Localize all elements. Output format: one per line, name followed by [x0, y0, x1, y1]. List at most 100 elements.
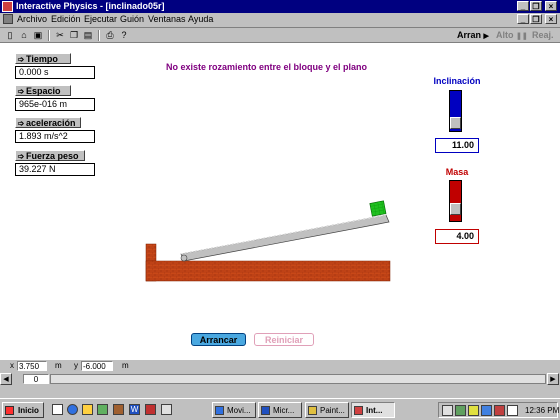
frame-counter[interactable]: 0 [23, 374, 49, 384]
x-unit: m [55, 361, 62, 370]
new-file-icon[interactable]: ▯ [4, 29, 16, 41]
paint-icon [308, 406, 317, 415]
close-icon[interactable]: × [545, 1, 557, 11]
meter-value: 965e-016 m [15, 98, 95, 111]
coordinate-bar: x 3.750 m y -6.000 m [0, 360, 560, 372]
task-interactive-physics[interactable]: Int... [351, 402, 395, 418]
run-label: Arran [457, 30, 482, 40]
pivot-joint [180, 254, 188, 262]
media-player-icon [215, 406, 224, 415]
scroll-left-icon[interactable]: ◀ [0, 373, 12, 385]
reset-button[interactable]: Reiniciar [254, 333, 314, 346]
menu-edicion[interactable]: Edición [51, 14, 81, 24]
print-icon[interactable]: ⎙ [104, 29, 116, 41]
inclined-plane[interactable] [180, 214, 390, 262]
app-icon-3[interactable] [161, 404, 172, 415]
system-tray: 12:36 PM [438, 402, 559, 418]
window-title: Interactive Physics - [inclinado05r] [16, 1, 165, 11]
start-menu-button[interactable]: Inicio [2, 402, 44, 418]
cut-icon[interactable]: ✂ [54, 29, 66, 41]
meter-value: 39.227 N [15, 163, 95, 176]
menu-guion[interactable]: Guión [120, 14, 144, 24]
app-icon[interactable] [2, 1, 13, 12]
copy-icon[interactable]: ❐ [68, 29, 80, 41]
minimize-icon[interactable]: _ [517, 1, 529, 11]
mass-value-field[interactable]: 4.00 [435, 229, 479, 244]
task-movi[interactable]: Movi... [212, 402, 256, 418]
stop-button[interactable]: Alto ❚❚ [496, 30, 528, 40]
meter-label: Fuerza peso [26, 151, 79, 161]
brick-floor [145, 260, 391, 282]
y-unit: m [122, 361, 129, 370]
windows-logo-icon [5, 406, 14, 415]
meter-value: 0.000 s [15, 66, 95, 79]
mass-slider[interactable] [449, 180, 462, 222]
task-micr[interactable]: Micr... [258, 402, 302, 418]
clock[interactable]: 12:36 PM [525, 406, 559, 415]
app-icon-2[interactable] [145, 404, 156, 415]
meter-label: Espacio [26, 86, 61, 96]
tray-icon-1[interactable] [442, 405, 453, 416]
inclination-slider-thumb[interactable] [450, 117, 461, 129]
menu-ventanas[interactable]: Ventanas [148, 14, 186, 24]
save-icon[interactable]: ▣ [32, 29, 44, 41]
task-label: Micr... [273, 406, 295, 415]
menu-archivo[interactable]: Archivo [17, 14, 47, 24]
stop-label: Alto [496, 30, 514, 40]
mass-slider-thumb[interactable] [450, 203, 461, 215]
inclination-value-field[interactable]: 11.00 [435, 138, 479, 153]
pause-icon: ❚❚ [516, 33, 528, 40]
menu-bar: Archivo Edición Ejecutar Guión Ventanas … [0, 13, 560, 26]
tray-icon-5[interactable] [494, 405, 505, 416]
task-paint[interactable]: Paint... [305, 402, 349, 418]
browser-icon[interactable] [67, 404, 78, 415]
physics-app-icon [354, 406, 363, 415]
task-label: Paint... [320, 406, 345, 415]
arrow-icon: ➩ [17, 55, 25, 64]
play-icon: ▶ [483, 33, 489, 40]
menu-ayuda[interactable]: Ayuda [188, 14, 213, 24]
taskbar: Inicio W Movi... Micr... Paint... Int...… [0, 398, 560, 420]
inclination-label: Inclinación [433, 76, 481, 86]
toolbar: ▯ ⌂ ▣ ✂ ❐ ▤ ⎙ ? Arran ▶ Alto ❚❚ Reaj. [0, 27, 560, 43]
start-button[interactable]: Arrancar [191, 333, 246, 346]
arrow-icon: ➩ [17, 119, 25, 128]
doc-close-icon[interactable]: × [545, 14, 557, 24]
green-block[interactable] [369, 200, 387, 217]
explorer-icon[interactable] [82, 404, 93, 415]
meter-label: aceleración [26, 118, 76, 128]
doc-restore-icon[interactable]: ❐ [530, 14, 542, 24]
frame-scrollbar[interactable]: ◀ 0 ▶ [0, 373, 560, 385]
paste-icon[interactable]: ▤ [82, 29, 94, 41]
tray-icon-2[interactable] [455, 405, 466, 416]
open-folder-icon[interactable]: ⌂ [18, 29, 30, 41]
restore-icon[interactable]: ❐ [530, 1, 542, 11]
volume-icon[interactable] [507, 405, 518, 416]
menu-ejecutar[interactable]: Ejecutar [84, 14, 117, 24]
show-desktop-icon[interactable] [52, 404, 63, 415]
meter-value: 1.893 m/s^2 [15, 130, 95, 143]
meter-label: Tiempo [26, 54, 58, 64]
document-icon[interactable] [3, 14, 13, 24]
start-label: Inicio [18, 406, 39, 415]
word-doc-icon [261, 406, 270, 415]
physics-scene [145, 200, 391, 282]
help-icon[interactable]: ? [118, 29, 130, 41]
run-button[interactable]: Arran ▶ [457, 30, 489, 40]
task-label: Int... [366, 406, 383, 415]
scroll-track[interactable] [50, 374, 546, 384]
simulation-heading: No existe rozamiento entre el bloque y e… [166, 62, 368, 72]
y-coordinate-value: -6.000 [81, 361, 113, 371]
tray-icon-4[interactable] [481, 405, 492, 416]
title-bar: Interactive Physics - [inclinado05r] _ ❐… [0, 0, 560, 13]
x-coordinate-value: 3.750 [17, 361, 47, 371]
app-icon-1[interactable] [113, 404, 124, 415]
reset-toolbar-button[interactable]: Reaj. [532, 30, 554, 40]
outlook-icon[interactable] [97, 404, 108, 415]
word-icon[interactable]: W [129, 404, 140, 415]
inclination-slider[interactable] [449, 90, 462, 132]
arrow-icon: ➩ [17, 87, 25, 96]
tray-icon-3[interactable] [468, 405, 479, 416]
doc-minimize-icon[interactable]: _ [517, 14, 529, 24]
scroll-right-icon[interactable]: ▶ [547, 373, 559, 385]
